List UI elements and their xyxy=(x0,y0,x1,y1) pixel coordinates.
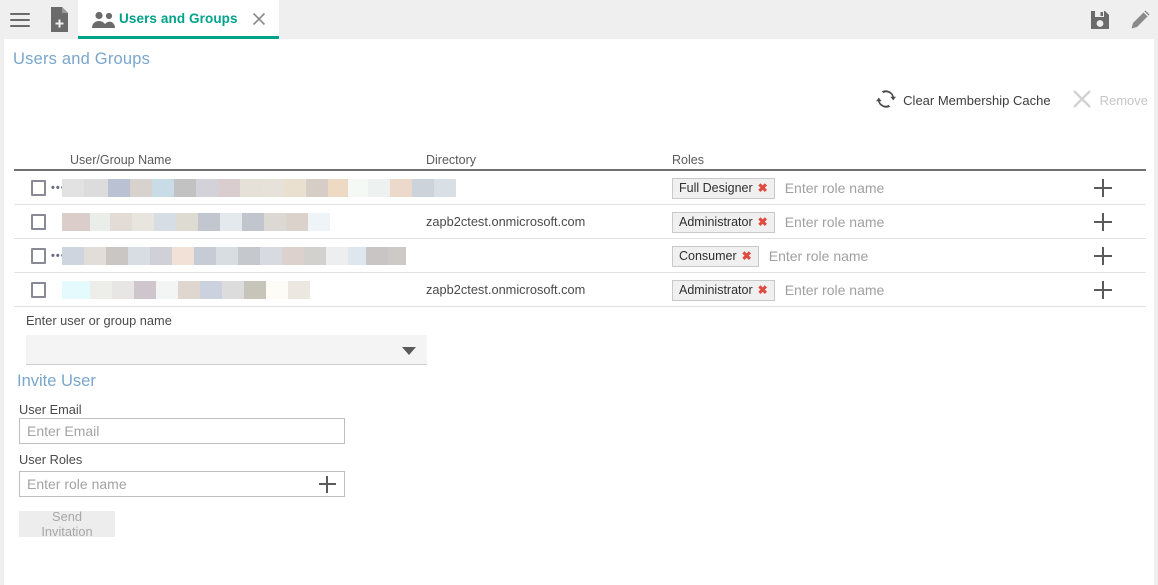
user-email-placeholder: Enter Email xyxy=(27,423,99,439)
remove-label: Remove xyxy=(1100,93,1148,108)
column-header-roles: Roles xyxy=(672,153,704,167)
send-invitation-button[interactable]: Send Invitation xyxy=(19,511,115,537)
row-select-checkbox[interactable] xyxy=(31,282,46,298)
role-chip-label: Administrator xyxy=(679,215,753,229)
add-role-plus-icon[interactable] xyxy=(1094,247,1112,265)
role-chip[interactable]: Administrator ✖ xyxy=(672,280,775,301)
new-document-icon[interactable] xyxy=(48,6,72,33)
table-row: zapb2ctest.onmicrosoft.com Administrator… xyxy=(14,205,1146,239)
redacted-user-name xyxy=(62,281,310,299)
users-groups-table: User/Group Name Directory Roles ••• Full… xyxy=(14,151,1146,307)
directory-value: zapb2ctest.onmicrosoft.com xyxy=(426,282,585,297)
row-select-checkbox[interactable] xyxy=(31,248,46,264)
user-group-picker: Enter user or group name xyxy=(26,313,427,365)
role-chip[interactable]: Consumer ✖ xyxy=(672,246,759,267)
user-roles-label: User Roles xyxy=(19,452,82,467)
table-header: User/Group Name Directory Roles xyxy=(14,151,1146,171)
remove-role-x-icon[interactable]: ✖ xyxy=(758,283,768,297)
close-icon[interactable] xyxy=(251,11,267,27)
role-chip[interactable]: Administrator ✖ xyxy=(672,212,775,233)
user-email-label: User Email xyxy=(19,402,82,417)
people-icon xyxy=(90,11,118,29)
role-name-input[interactable]: Enter role name xyxy=(769,248,869,264)
top-toolbar: Users and Groups xyxy=(0,0,1158,39)
user-group-picker-select[interactable] xyxy=(26,335,427,365)
column-header-directory: Directory xyxy=(426,153,476,167)
row-select-checkbox[interactable] xyxy=(31,180,46,196)
add-role-plus-icon[interactable] xyxy=(1094,213,1112,231)
action-bar: Clear Membership Cache Remove xyxy=(876,85,1148,115)
user-roles-placeholder: Enter role name xyxy=(27,476,127,492)
column-header-name: User/Group Name xyxy=(70,153,171,167)
redacted-user-name xyxy=(62,213,330,231)
remove-role-x-icon[interactable]: ✖ xyxy=(742,249,752,263)
remove-button[interactable]: Remove xyxy=(1071,88,1148,113)
edit-pencil-icon[interactable] xyxy=(1128,8,1152,32)
page-title: Users and Groups xyxy=(13,50,150,69)
remove-role-x-icon[interactable]: ✖ xyxy=(758,181,768,195)
tab-users-and-groups[interactable]: Users and Groups xyxy=(78,0,279,39)
add-role-plus-icon[interactable] xyxy=(1094,281,1112,299)
user-email-field[interactable]: Enter Email xyxy=(19,418,345,444)
table-row: ••• Full Designer ✖ Enter role name xyxy=(14,171,1146,205)
application-window: Users and Groups Users and Groups xyxy=(0,0,1158,585)
add-role-plus-icon[interactable] xyxy=(1094,179,1112,197)
role-name-input[interactable]: Enter role name xyxy=(785,214,885,230)
role-name-input[interactable]: Enter role name xyxy=(785,180,885,196)
tab-label: Users and Groups xyxy=(119,11,238,26)
refresh-icon xyxy=(876,89,896,112)
add-role-plus-icon[interactable] xyxy=(319,476,336,493)
role-chip-label: Consumer xyxy=(679,249,737,263)
role-chip[interactable]: Full Designer ✖ xyxy=(672,178,775,199)
roles-cell: Administrator ✖ Enter role name xyxy=(672,205,884,239)
user-roles-field[interactable]: Enter role name xyxy=(19,471,345,497)
remove-role-x-icon[interactable]: ✖ xyxy=(758,215,768,229)
chevron-down-icon xyxy=(402,347,416,355)
content-panel: Users and Groups Clear Membership Cache xyxy=(4,39,1154,585)
redacted-user-name xyxy=(62,247,406,265)
hamburger-menu-icon[interactable] xyxy=(8,8,32,31)
close-x-icon xyxy=(1071,88,1093,113)
save-icon[interactable] xyxy=(1088,8,1112,32)
roles-cell: Consumer ✖ Enter role name xyxy=(672,239,868,273)
user-group-picker-label: Enter user or group name xyxy=(26,313,427,328)
row-select-checkbox[interactable] xyxy=(31,214,46,230)
role-chip-label: Full Designer xyxy=(679,181,753,195)
redacted-user-name xyxy=(62,179,456,197)
clear-membership-cache-label: Clear Membership Cache xyxy=(903,93,1050,108)
roles-cell: Administrator ✖ Enter role name xyxy=(672,273,884,307)
role-chip-label: Administrator xyxy=(679,283,753,297)
roles-cell: Full Designer ✖ Enter role name xyxy=(672,171,884,205)
table-row: ••• Consumer ✖ Enter role name xyxy=(14,239,1146,273)
invite-user-heading: Invite User xyxy=(17,372,96,391)
table-row: zapb2ctest.onmicrosoft.com Administrator… xyxy=(14,273,1146,307)
role-name-input[interactable]: Enter role name xyxy=(785,282,885,298)
clear-membership-cache-button[interactable]: Clear Membership Cache xyxy=(876,89,1050,112)
directory-value: zapb2ctest.onmicrosoft.com xyxy=(426,214,585,229)
